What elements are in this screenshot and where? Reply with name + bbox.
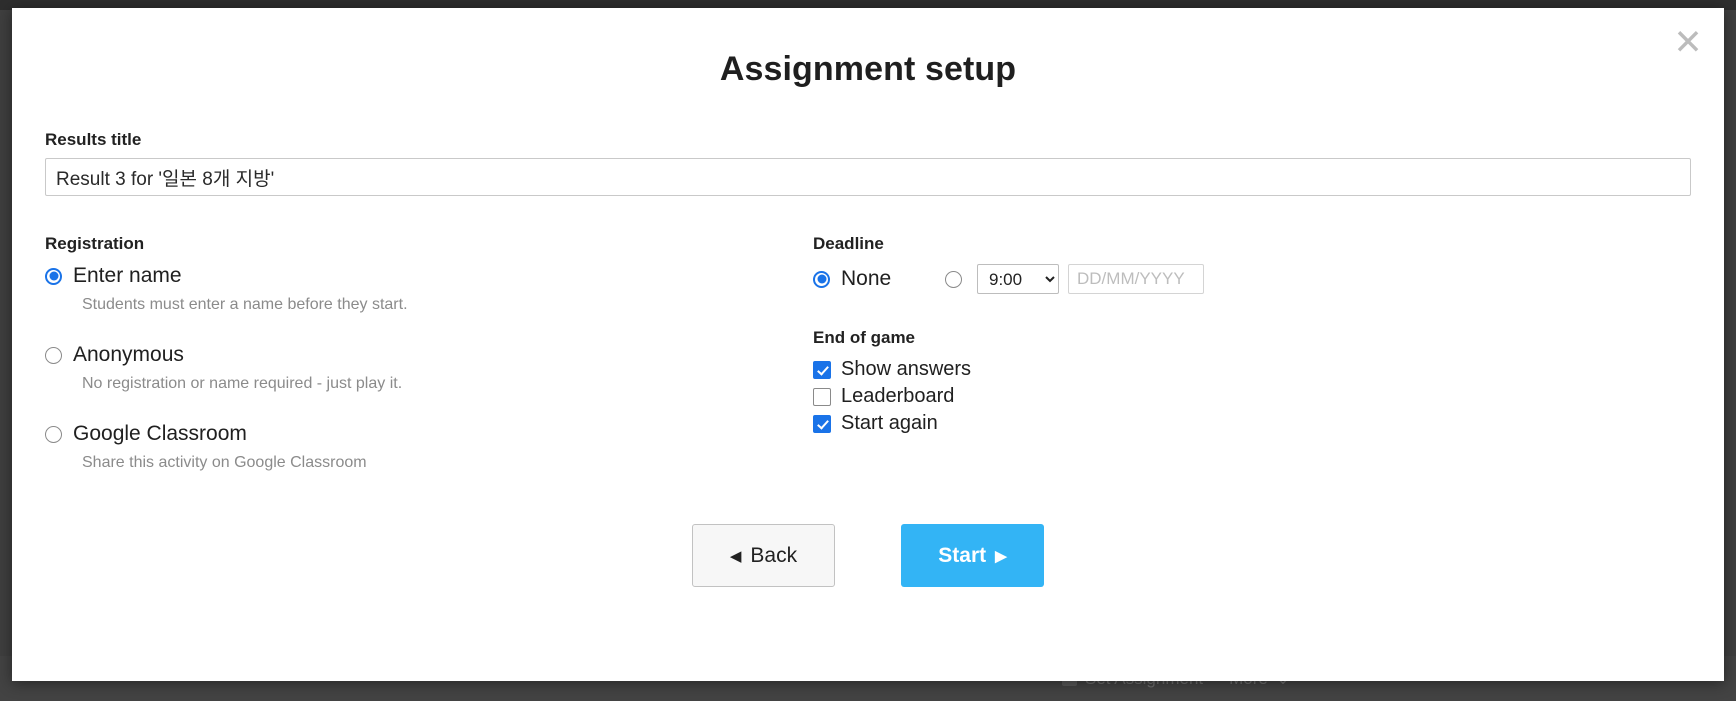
checkbox-icon-start-again[interactable] (813, 414, 831, 433)
results-title-input[interactable] (45, 158, 1691, 196)
registration-option-enter-name-helper: Students must enter a name before they s… (82, 296, 408, 313)
page-title: Assignment setup (719, 50, 1017, 88)
registration-option-google-classroom[interactable]: Google Classroom (45, 422, 785, 446)
registration-option-enter-name[interactable]: Enter name (45, 264, 785, 288)
back-button-label: Back (750, 543, 798, 567)
end-of-game-option-show-answers[interactable]: Show answers (813, 358, 1691, 381)
deadline-heading: Deadline (813, 234, 884, 253)
results-title-label: Results title (45, 130, 142, 149)
deadline-and-endgame-section: Deadline None 9:00 End of game (785, 234, 1691, 472)
end-of-game-section: End of game Show answers Leaderboard Sta… (813, 328, 1691, 435)
registration-option-anonymous-helper: No registration or name required - just … (82, 375, 403, 392)
registration-option-google-classroom-label: Google Classroom (73, 422, 247, 445)
registration-section: Registration Enter name Students must en… (45, 234, 785, 472)
registration-option-anonymous-label: Anonymous (73, 343, 184, 366)
deadline-date-input[interactable] (1068, 264, 1204, 294)
registration-option-enter-name-label: Enter name (73, 264, 182, 287)
checkbox-icon-show-answers[interactable] (813, 360, 831, 379)
assignment-setup-dialog: ✕ Assignment setup Results title Registr… (12, 8, 1724, 681)
end-of-game-option-show-answers-label: Show answers (841, 358, 972, 380)
arrow-right-icon: ▶ (995, 547, 1007, 565)
deadline-none-label: None (841, 267, 892, 290)
checkbox-icon-leaderboard[interactable] (813, 387, 831, 406)
radio-icon-google-classroom[interactable] (45, 425, 62, 443)
end-of-game-heading: End of game (813, 328, 916, 347)
arrow-left-icon: ◀ (729, 547, 742, 565)
close-icon[interactable]: ✕ (1668, 22, 1708, 62)
radio-icon-anonymous[interactable] (45, 346, 62, 364)
back-button[interactable]: ◀ Back (692, 524, 835, 587)
dialog-body: Results title Registration Enter name St… (12, 130, 1724, 587)
end-of-game-option-start-again-label: Start again (841, 412, 938, 434)
radio-icon-deadline-none[interactable] (813, 270, 830, 288)
radio-icon-deadline-custom[interactable] (945, 270, 962, 288)
deadline-time-select[interactable]: 9:00 (977, 264, 1059, 294)
deadline-row: None 9:00 (813, 264, 1691, 294)
start-button-label: Start (938, 543, 987, 567)
registration-heading: Registration (45, 234, 145, 253)
end-of-game-option-leaderboard-label: Leaderboard (841, 385, 955, 407)
end-of-game-option-start-again[interactable]: Start again (813, 412, 1691, 435)
settings-columns: Registration Enter name Students must en… (45, 234, 1691, 472)
registration-option-anonymous[interactable]: Anonymous (45, 343, 785, 367)
dialog-footer: ◀ Back Start ▶ (45, 524, 1691, 587)
start-button[interactable]: Start ▶ (901, 524, 1044, 587)
end-of-game-option-leaderboard[interactable]: Leaderboard (813, 385, 1691, 408)
radio-icon-enter-name[interactable] (45, 267, 62, 285)
deadline-option-none[interactable]: None (813, 267, 945, 291)
registration-option-google-classroom-helper: Share this activity on Google Classroom (82, 454, 367, 471)
